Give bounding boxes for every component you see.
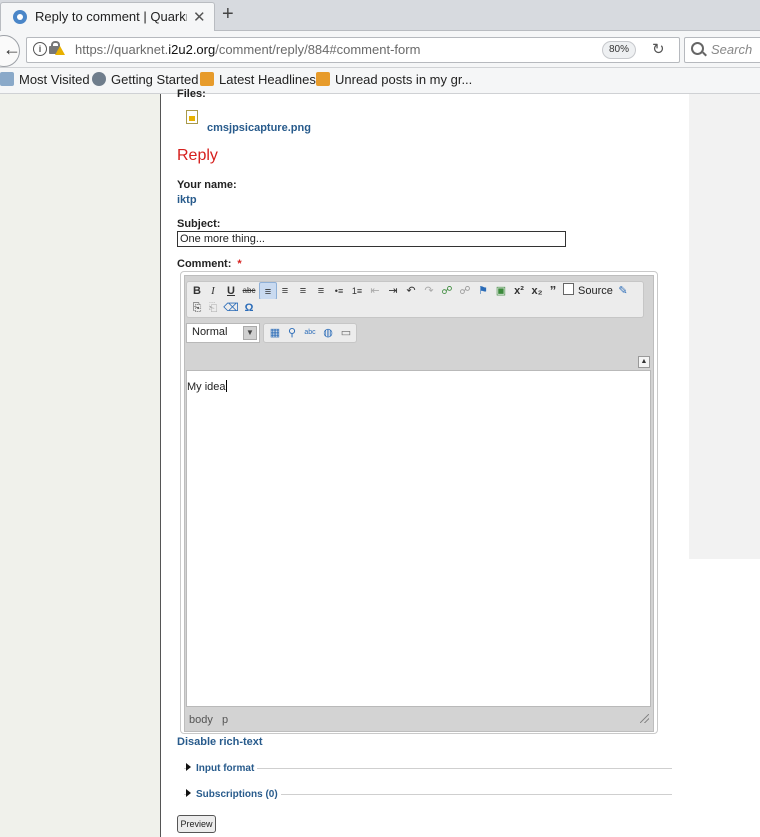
insert-link-button[interactable]: ☍	[439, 282, 455, 300]
bulleted-list-button[interactable]: •≡	[331, 282, 347, 300]
globe-icon[interactable]: ◍	[320, 324, 336, 342]
rss-icon	[316, 72, 330, 86]
quarknet-favicon-icon	[13, 10, 27, 24]
horizontal-rule-button[interactable]: ▭	[338, 324, 354, 342]
new-tab-button[interactable]: +	[222, 3, 234, 26]
subscript-button[interactable]: x₂	[529, 282, 545, 300]
editor-content-area[interactable]: My idea	[186, 370, 651, 707]
anchor-flag-icon[interactable]: ⚑	[475, 282, 491, 300]
collapse-toolbar-icon[interactable]: ▲	[638, 356, 650, 368]
unlink-button[interactable]: ☍	[457, 282, 473, 300]
underline-button[interactable]: U	[223, 282, 239, 300]
element-path-bar: body p	[189, 714, 229, 726]
your-name-label: Your name:	[177, 179, 237, 191]
reload-icon[interactable]: ↻	[652, 40, 665, 58]
bold-button[interactable]: B	[189, 282, 205, 300]
insecure-lock-icon[interactable]	[49, 41, 65, 55]
editor-toolbar-row3: ▦ ⚲ abc ◍ ▭	[263, 323, 357, 343]
bookmarks-toolbar: Most Visited Getting Started Latest Head…	[0, 68, 760, 94]
reply-heading: Reply	[177, 147, 218, 164]
attached-file-link[interactable]: cmsjpsicapture.png	[207, 122, 311, 134]
format-value: Normal	[192, 326, 228, 338]
source-icon	[563, 283, 574, 295]
tab-title: Reply to comment | Quarknet	[35, 9, 187, 24]
close-tab-icon[interactable]: ✕	[193, 8, 206, 26]
tab-bar: Reply to comment | Quarknet ✕ +	[0, 0, 760, 31]
redo-button[interactable]: ↷	[421, 282, 437, 300]
align-center-button[interactable]: ≡	[277, 282, 293, 300]
table-button[interactable]: ▦	[267, 324, 283, 342]
text-caret	[225, 380, 227, 392]
back-button[interactable]: ←	[0, 35, 21, 67]
format-select[interactable]: Normal ▼	[186, 323, 260, 343]
bookmark-unread-posts[interactable]: Unread posts in my gr...	[316, 72, 472, 87]
files-label: Files:	[177, 88, 206, 100]
justify-button[interactable]: ≡	[313, 282, 329, 300]
expand-triangle-icon	[186, 789, 191, 797]
input-format-toggle[interactable]: Input format	[186, 763, 258, 774]
remove-format-button[interactable]: ⌫	[223, 299, 239, 317]
find-button[interactable]: ⚲	[284, 324, 300, 342]
bookmark-most-visited[interactable]: Most Visited	[0, 72, 90, 87]
zoom-level-badge[interactable]: 80%	[602, 41, 637, 59]
username-link[interactable]: iktp	[177, 194, 197, 206]
italic-button[interactable]: I	[205, 282, 221, 300]
disable-rich-text-link[interactable]: Disable rich-text	[177, 736, 263, 748]
url-text[interactable]: https://quarknet.i2u2.org/comment/reply/…	[75, 42, 420, 57]
source-button[interactable]: Source	[563, 282, 613, 300]
address-bar[interactable]: i https://quarknet.i2u2.org/comment/repl…	[26, 37, 680, 63]
subject-input[interactable]	[177, 231, 566, 247]
subject-label: Subject:	[177, 218, 221, 230]
page-right-margin	[689, 94, 760, 559]
navigation-toolbar: ← i https://quarknet.i2u2.org/comment/re…	[0, 31, 760, 68]
search-icon	[691, 42, 704, 55]
rss-icon	[200, 72, 214, 86]
folder-icon	[0, 72, 14, 86]
bookmark-getting-started[interactable]: Getting Started	[92, 72, 198, 87]
insert-image-button[interactable]: ▣	[493, 282, 509, 300]
active-tab[interactable]: Reply to comment | Quarknet ✕	[0, 2, 215, 31]
back-arrow-icon: ←	[3, 39, 21, 59]
special-char-button[interactable]: Ω	[241, 299, 257, 317]
expand-triangle-icon	[186, 763, 191, 771]
editor-toolbar-row1: B I U abc ≡ ≡ ≡ ≡ •≡ 1≡ ⇤ ⇥ ↶ ↷ ☍ ☍ ⚑ ▣ …	[186, 281, 644, 301]
superscript-button[interactable]: x²	[511, 282, 527, 300]
paste-word-button[interactable]: ⎗	[205, 299, 221, 317]
numbered-list-button[interactable]: 1≡	[349, 282, 365, 300]
page-left-margin	[0, 94, 161, 837]
required-marker: *	[237, 258, 242, 270]
globe-icon	[92, 72, 106, 86]
resize-grip-icon[interactable]	[640, 714, 649, 723]
paste-text-button[interactable]: ⎘	[189, 299, 205, 317]
subscriptions-toggle[interactable]: Subscriptions (0)	[186, 789, 281, 800]
blockquote-button[interactable]: ”	[545, 282, 561, 300]
search-placeholder: Search	[711, 42, 753, 57]
strikethrough-button[interactable]: abc	[241, 282, 257, 300]
editor-toolbar-row2: ⎘ ⎗ ⌫ Ω	[186, 299, 644, 318]
image-file-icon	[186, 110, 198, 124]
comment-text: My idea	[187, 380, 227, 393]
preview-button[interactable]: Preview	[177, 815, 216, 833]
search-bar[interactable]: Search	[684, 37, 760, 63]
align-right-button[interactable]: ≡	[295, 282, 311, 300]
outdent-button[interactable]: ⇤	[367, 282, 383, 300]
spellcheck-wand-icon[interactable]: ✎	[615, 282, 631, 300]
info-icon[interactable]: i	[33, 42, 47, 56]
indent-button[interactable]: ⇥	[385, 282, 401, 300]
chevron-down-icon: ▼	[243, 326, 257, 340]
undo-button[interactable]: ↶	[403, 282, 419, 300]
bookmark-latest-headlines[interactable]: Latest Headlines	[200, 72, 316, 87]
comment-label: Comment: *	[177, 258, 242, 270]
align-left-button[interactable]: ≡	[259, 282, 277, 300]
spellcheck-button[interactable]: abc	[302, 324, 318, 342]
